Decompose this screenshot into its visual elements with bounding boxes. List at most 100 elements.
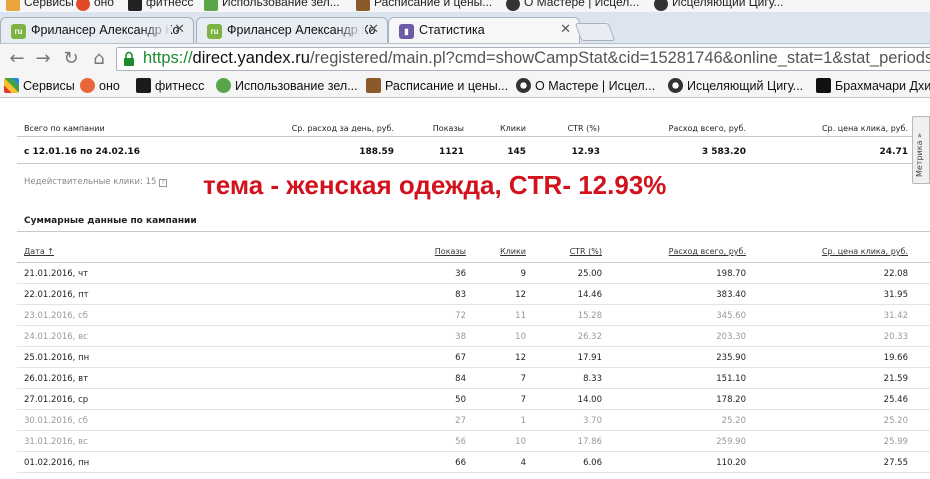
summary-ctr: 12.93 <box>571 147 600 157</box>
help-icon[interactable]: ? <box>159 179 168 187</box>
ru-favicon-icon: ru <box>207 24 222 39</box>
top-bookmark-services[interactable]: Сервисы <box>24 0 74 9</box>
apps-icon <box>6 0 20 11</box>
cell-clicks: 1 <box>520 416 526 426</box>
fitness-icon <box>128 0 142 11</box>
cell-spend: 259.90 <box>716 437 746 447</box>
brahmachari-icon <box>816 78 831 93</box>
summary-shows: 1121 <box>438 147 464 157</box>
bookmark-master[interactable]: О Мастере | Исцел... <box>516 78 655 94</box>
cell-shows: 72 <box>455 311 466 321</box>
yinyang-icon <box>654 0 668 11</box>
bookmark-brahmachari[interactable]: Брахмачари Дхир <box>816 78 930 94</box>
cell-spend: 25.20 <box>721 416 746 426</box>
cell-date: 01.02.2016, пн <box>24 458 90 468</box>
section-title: Суммарные данные по кампании <box>24 216 197 226</box>
address-bar[interactable]: https://direct.yandex.ru/registered/main… <box>116 47 930 71</box>
bookmark-ono[interactable]: оно <box>80 78 120 94</box>
cell-spend: 151.10 <box>716 374 746 384</box>
reload-icon[interactable]: ↻ <box>60 48 82 70</box>
cell-cpc: 21.59 <box>883 374 908 384</box>
cell-ctr: 17.86 <box>577 437 602 447</box>
cell-ctr: 14.46 <box>577 290 602 300</box>
bookmark-qigong[interactable]: Исцеляющий Цигу... <box>668 78 803 94</box>
cell-spend: 178.20 <box>716 395 746 405</box>
yinyang-icon <box>668 78 683 93</box>
table-row: 25.01.2016, пн 67 12 17.91 235.90 19.66 <box>0 347 930 368</box>
top-bookmark-master[interactable]: О Мастере | Исцел... <box>524 0 639 9</box>
column-header-shows[interactable]: Показы <box>410 247 466 256</box>
summary-period: с 12.01.16 по 24.02.16 <box>24 147 140 157</box>
bookmark-schedule[interactable]: Расписание и цены... <box>366 78 508 94</box>
column-header-date[interactable]: Дата ↑ <box>24 247 54 256</box>
table-row: 30.01.2016, сб 27 1 3.70 25.20 25.20 <box>0 410 930 431</box>
cell-date: 25.01.2016, пн <box>24 353 90 363</box>
cell-spend: 345.60 <box>716 311 746 321</box>
table-row: 27.01.2016, ср 50 7 14.00 178.20 25.46 <box>0 389 930 410</box>
cell-ctr: 25.00 <box>577 269 602 279</box>
browser-toolbar: ← → ↻ ⌂ https://direct.yandex.ru/registe… <box>0 44 930 74</box>
top-bookmark-schedule[interactable]: Расписание и цены... <box>374 0 492 9</box>
top-bookmark-qigong[interactable]: Исцеляющий Цигу... <box>672 0 784 9</box>
cell-shows: 36 <box>455 269 466 279</box>
top-bookmark-green[interactable]: Использование зел... <box>222 0 340 9</box>
tab-statistics[interactable]: ▮ Статистика ✕ <box>388 17 580 43</box>
yinyang-icon <box>516 78 531 93</box>
page-content: Всего по кампании Ср. расход за день, ру… <box>0 98 930 479</box>
cell-shows: 56 <box>455 437 466 447</box>
home-icon[interactable]: ⌂ <box>88 48 110 70</box>
close-icon[interactable]: ✕ <box>368 22 379 37</box>
top-bookmark-ono[interactable]: оно <box>94 0 114 9</box>
cell-shows: 83 <box>455 290 466 300</box>
cell-cpc: 31.42 <box>883 311 908 321</box>
cell-shows: 27 <box>455 416 466 426</box>
cell-date: 30.01.2016, сб <box>24 416 88 426</box>
stats-favicon-icon: ▮ <box>399 24 414 39</box>
back-arrow-icon[interactable]: ← <box>6 48 28 70</box>
annotation-overlay: тема - женская одежда, CTR- 12.93% <box>203 170 667 200</box>
forward-arrow-icon[interactable]: → <box>32 48 54 70</box>
cell-clicks: 11 <box>515 311 526 321</box>
column-header-clicks[interactable]: Клики <box>480 247 526 256</box>
divider <box>17 231 930 232</box>
invalid-clicks: Недействительные клики: 15 ? <box>24 177 168 187</box>
table-row: 21.01.2016, чт 36 9 25.00 198.70 22.08 <box>0 263 930 284</box>
close-icon[interactable]: ✕ <box>560 22 571 37</box>
column-header-ctr[interactable]: CTR (%) <box>540 247 602 256</box>
cell-shows: 84 <box>455 374 466 384</box>
url-path: /registered/main.pl?cmd=showCampStat&cid… <box>309 49 930 67</box>
partial-bookmarks-strip: Сервисы оно фитнесс Использование зел...… <box>0 0 930 12</box>
cell-clicks: 12 <box>515 290 526 300</box>
summary-avg-cpc: 24.71 <box>879 147 908 157</box>
heart-icon <box>76 0 90 11</box>
top-bookmark-fitness[interactable]: фитнесс <box>146 0 193 9</box>
column-header-cpc[interactable]: Ср. цена клика, руб. <box>790 247 908 256</box>
summary-header-total: Всего по кампании <box>24 124 105 133</box>
yinyang-icon <box>506 0 520 11</box>
cell-cpc: 25.20 <box>883 416 908 426</box>
metrika-tab[interactable]: Метрика » <box>912 116 930 184</box>
cell-ctr: 26.32 <box>577 332 602 342</box>
cell-date: 26.01.2016, вт <box>24 374 89 384</box>
tab-freelancer-1[interactable]: ru Фрилансер Александр Ко ✕ <box>0 17 194 43</box>
cell-clicks: 10 <box>515 437 526 447</box>
summary-clicks: 145 <box>507 147 526 157</box>
cell-date: 27.01.2016, ср <box>24 395 89 405</box>
cell-clicks: 7 <box>520 395 526 405</box>
bookmark-services[interactable]: Сервисы <box>4 78 75 94</box>
table-row: 24.01.2016, вс 38 10 26.32 203.30 20.33 <box>0 326 930 347</box>
heart-icon <box>80 78 95 93</box>
summary-header-avg-day: Ср. расход за день, руб. <box>291 124 394 133</box>
close-icon[interactable]: ✕ <box>174 22 185 37</box>
cell-shows: 50 <box>455 395 466 405</box>
table-row: 31.01.2016, вс 56 10 17.86 259.90 25.99 <box>0 431 930 452</box>
summary-header-clicks: Клики <box>499 124 526 133</box>
bookmark-fitness[interactable]: фитнесс <box>136 78 204 94</box>
bookmark-green[interactable]: Использование зел... <box>216 78 358 94</box>
cell-date: 22.01.2016, пт <box>24 290 89 300</box>
summary-header-ctr: CTR (%) <box>567 124 600 133</box>
cell-ctr: 8.33 <box>583 374 602 384</box>
column-header-spend[interactable]: Расход всего, руб. <box>640 247 746 256</box>
tab-freelancer-2[interactable]: ru Фрилансер Александр Ко ✕ <box>196 17 388 43</box>
new-tab-button[interactable] <box>574 23 616 41</box>
